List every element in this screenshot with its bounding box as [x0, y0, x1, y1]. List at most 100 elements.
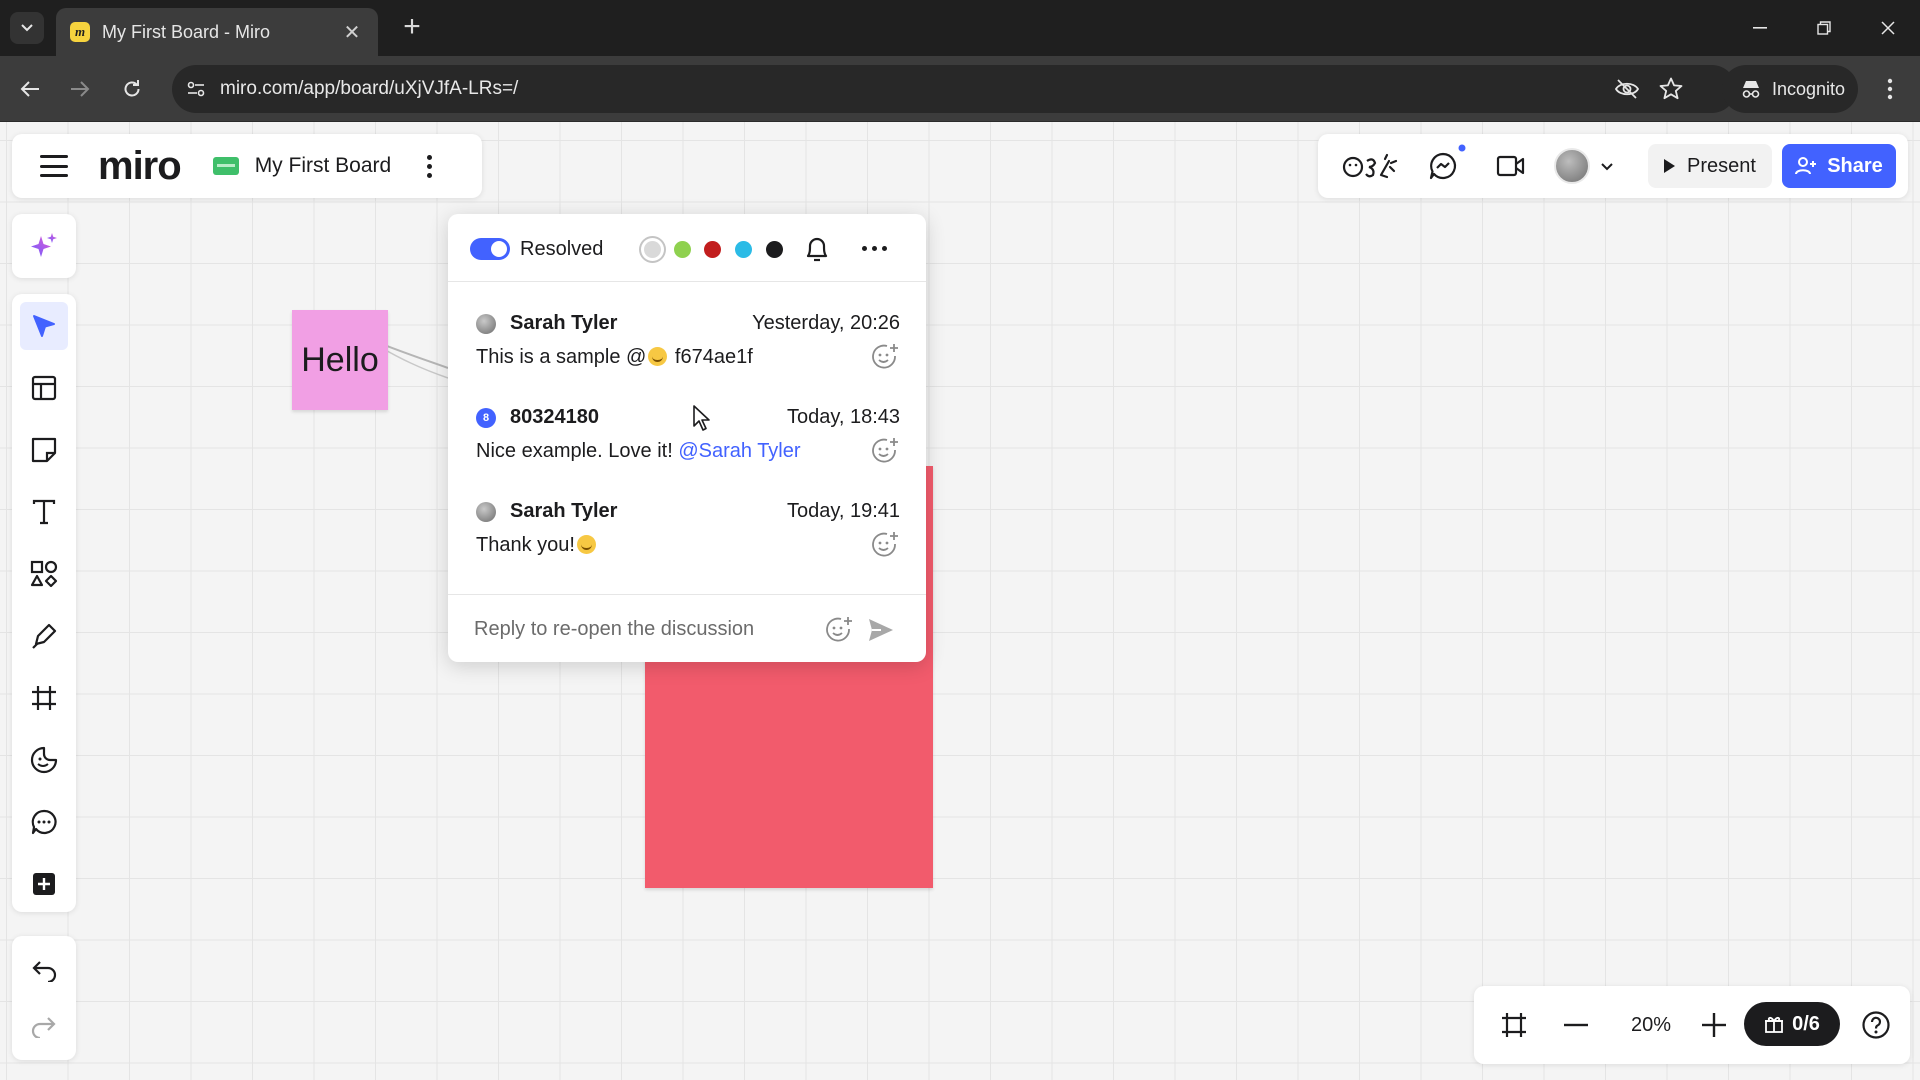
address-bar[interactable]: miro.com/app/board/uXjVJfA-LRs=/: [172, 65, 1736, 113]
author-avatar: [476, 502, 496, 522]
fit-to-screen-button[interactable]: [1492, 1006, 1536, 1044]
board-canvas[interactable]: Hello miro My First Board Present Share …: [0, 122, 1920, 1080]
browser-toolbar: miro.com/app/board/uXjVJfA-LRs=/ Incogni…: [0, 56, 1920, 122]
star-icon[interactable]: [1658, 76, 1684, 102]
comment-author: Sarah Tyler: [510, 312, 618, 334]
new-tab-button[interactable]: +: [396, 12, 428, 44]
board-icon: [212, 157, 239, 175]
zoom-level[interactable]: 20%: [1614, 1006, 1688, 1044]
comment-author: Sarah Tyler: [510, 500, 618, 522]
tab-close-icon[interactable]: ✕: [340, 20, 364, 45]
boards-counter: 0/6: [1792, 1012, 1820, 1035]
gift-icon: [1765, 1016, 1784, 1033]
collaborators-button[interactable]: [1554, 146, 1630, 186]
mouse-cursor-icon: [693, 405, 710, 431]
redo-button[interactable]: [20, 1002, 68, 1050]
reload-button[interactable]: [116, 73, 148, 105]
color-swatch-red[interactable]: [704, 241, 721, 258]
site-info-icon[interactable]: [184, 77, 208, 101]
zoom-panel: 20% 0/6: [1474, 986, 1910, 1064]
chat-icon[interactable]: [1426, 150, 1460, 182]
author-avatar: [476, 314, 496, 334]
stickers-tool[interactable]: [20, 736, 68, 784]
ai-assist-button[interactable]: [12, 214, 76, 278]
user-avatar[interactable]: [1554, 148, 1590, 184]
add-reaction-icon[interactable]: [824, 615, 854, 645]
layout-template-icon: [31, 375, 57, 401]
comment-thread-popup: Resolved Sarah Tyler Yesterday, 20:26 Th…: [448, 214, 926, 662]
miro-favicon-icon: m: [70, 22, 90, 42]
color-swatch-gray[interactable]: [644, 241, 661, 258]
present-button[interactable]: Present: [1648, 144, 1772, 188]
text-tool[interactable]: [20, 488, 68, 536]
video-call-icon[interactable]: [1494, 150, 1528, 182]
chevron-down-icon: [21, 24, 33, 32]
undo-icon: [32, 961, 57, 982]
incognito-icon: [1742, 81, 1760, 98]
board-name[interactable]: My First Board: [255, 154, 392, 178]
close-window-button[interactable]: [1868, 12, 1908, 44]
sticky-note-tool[interactable]: [20, 426, 68, 474]
zoom-out-button[interactable]: [1554, 1006, 1598, 1044]
browser-tabstrip: m My First Board - Miro ✕ +: [0, 0, 1920, 56]
board-more-icon[interactable]: [427, 154, 433, 178]
sticky-note-icon: [31, 437, 57, 463]
url-text: miro.com/app/board/uXjVJfA-LRs=/: [220, 78, 519, 99]
user-mention-link[interactable]: @Sarah Tyler: [678, 440, 800, 462]
color-swatch-black[interactable]: [766, 241, 783, 258]
incognito-button[interactable]: Incognito: [1722, 65, 1858, 113]
sticky-note-hello[interactable]: Hello: [292, 310, 388, 410]
tab-search-button[interactable]: [10, 12, 44, 44]
sticky-note-text: Hello: [301, 340, 379, 379]
more-options-icon[interactable]: [862, 246, 887, 251]
comment-message: Sarah Tyler Yesterday, 20:26 This is a s…: [476, 310, 900, 384]
add-reaction-icon[interactable]: [870, 530, 900, 560]
share-button[interactable]: Share: [1782, 144, 1896, 188]
incognito-label: Incognito: [1772, 78, 1846, 99]
browser-tab[interactable]: m My First Board - Miro ✕: [56, 8, 378, 56]
templates-tool[interactable]: [20, 364, 68, 412]
reload-icon: [124, 80, 140, 97]
more-apps-tool[interactable]: [20, 860, 68, 908]
reactions-icon[interactable]: [1340, 150, 1402, 182]
restore-button[interactable]: [1804, 12, 1844, 44]
eye-off-icon[interactable]: [1614, 77, 1640, 101]
minimize-icon: [1753, 27, 1767, 29]
forward-button[interactable]: [64, 73, 96, 105]
resolved-toggle[interactable]: [470, 238, 510, 260]
browser-menu-button[interactable]: [1874, 73, 1906, 105]
comment-tool[interactable]: [20, 798, 68, 846]
undo-button[interactable]: [20, 946, 68, 994]
author-avatar: 8: [476, 408, 496, 428]
main-menu-icon[interactable]: [40, 155, 68, 177]
miro-logo[interactable]: miro: [98, 146, 182, 186]
more-vertical-icon: [1887, 78, 1893, 100]
color-swatch-green[interactable]: [674, 241, 691, 258]
board-header-panel: miro My First Board: [12, 134, 482, 198]
back-button[interactable]: [14, 73, 46, 105]
restore-icon: [1817, 21, 1831, 35]
frame-tool[interactable]: [20, 674, 68, 722]
shapes-tool[interactable]: [20, 550, 68, 598]
explore-boards-button[interactable]: 0/6: [1744, 1002, 1840, 1046]
comment-time: Today, 19:41: [786, 500, 900, 522]
bell-icon[interactable]: [802, 234, 832, 264]
minimize-button[interactable]: [1740, 12, 1780, 44]
cursor-arrow-icon: [33, 315, 55, 337]
comment-text: Thank you!: [476, 534, 598, 557]
send-icon[interactable]: [866, 615, 896, 645]
pen-icon: [32, 623, 57, 649]
help-button[interactable]: [1854, 1006, 1898, 1044]
smile-emoji-icon: [576, 535, 596, 554]
reply-input[interactable]: [474, 613, 804, 645]
add-reaction-icon[interactable]: [870, 436, 900, 466]
pen-tool[interactable]: [20, 612, 68, 660]
arrow-right-icon: [71, 81, 90, 97]
select-tool[interactable]: [20, 302, 68, 350]
comment-time: Today, 18:43: [786, 406, 900, 428]
sparkle-icon: [31, 233, 57, 257]
zoom-in-button[interactable]: [1692, 1006, 1736, 1044]
add-reaction-icon[interactable]: [870, 342, 900, 372]
color-swatch-blue[interactable]: [735, 241, 752, 258]
frame-fit-icon: [1502, 1013, 1526, 1037]
